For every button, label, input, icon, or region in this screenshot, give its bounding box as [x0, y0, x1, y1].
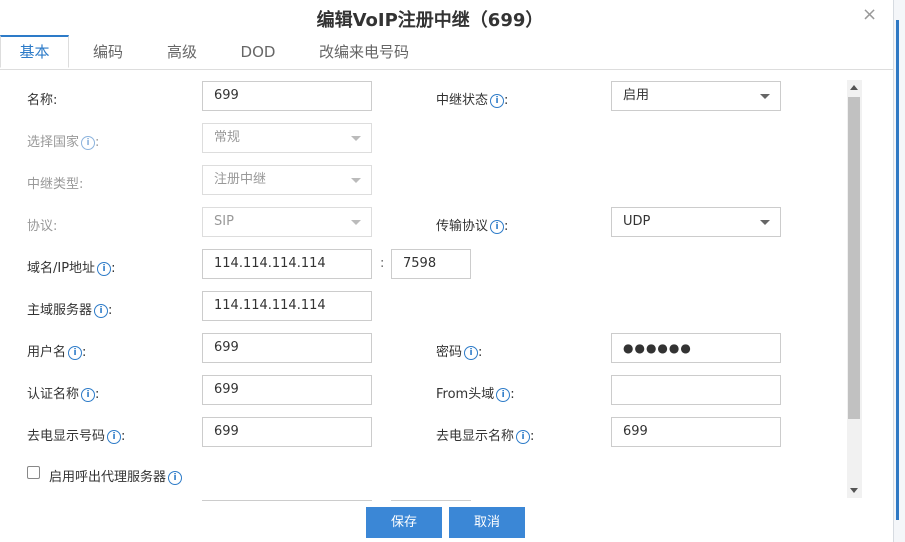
username-label: 用户名 i:: [27, 345, 87, 360]
from-domain-label: From头域 i:: [436, 387, 515, 402]
save-button[interactable]: 保存: [366, 507, 442, 538]
domain-input[interactable]: 114.114.114.114: [202, 249, 372, 279]
auth-name-label: 认证名称 i:: [27, 387, 100, 402]
info-icon[interactable]: i: [464, 346, 479, 360]
chevron-down-icon: [760, 94, 770, 99]
info-icon[interactable]: i: [68, 346, 83, 360]
country-label: 选择国家 i:: [27, 135, 100, 150]
form-scrollbar[interactable]: [847, 80, 862, 498]
info-icon[interactable]: i: [81, 388, 96, 402]
chevron-down-icon: [760, 220, 770, 225]
tab-codec[interactable]: 编码: [78, 35, 138, 69]
outbound-proxy-label: 启用呼出代理服务器 i: [49, 466, 183, 485]
info-icon[interactable]: i: [516, 430, 531, 444]
password-label: 密码 i:: [436, 345, 483, 360]
trunk-type-label: 中继类型:: [27, 177, 84, 192]
trunk-type-select: 注册中继: [202, 165, 372, 195]
callerid-name-label: 去电显示名称 i:: [436, 429, 535, 444]
country-select: 常规: [202, 123, 372, 153]
background-accent-line: [896, 20, 899, 520]
country-value: 常规: [214, 130, 241, 145]
info-icon[interactable]: i: [81, 136, 96, 150]
name-input[interactable]: 699: [202, 81, 372, 111]
tab-caller-id-rewrite[interactable]: 改编来电号码: [310, 35, 418, 69]
tab-bar: 基本 编码 高级 DOD 改编来电号码: [0, 35, 893, 70]
protocol-label: 协议:: [27, 219, 58, 234]
password-input[interactable]: ●●●●●●: [611, 333, 781, 363]
info-icon[interactable]: i: [107, 430, 122, 444]
callerid-number-label: 去电显示号码 i:: [27, 429, 126, 444]
callerid-name-input[interactable]: 699: [611, 417, 781, 447]
trunk-status-select[interactable]: 启用: [611, 81, 781, 111]
partial-input: [391, 500, 471, 503]
port-separator: :: [380, 256, 385, 271]
info-icon[interactable]: i: [94, 304, 109, 318]
trunk-status-value: 启用: [623, 88, 650, 103]
dialog-title: 编辑VoIP注册中继（699）: [316, 10, 544, 31]
name-label: 名称:: [27, 93, 58, 108]
primary-server-input[interactable]: 114.114.114.114: [202, 291, 372, 321]
cancel-button[interactable]: 取消: [449, 507, 525, 538]
port-input[interactable]: 7598: [391, 249, 471, 279]
info-icon[interactable]: i: [490, 94, 505, 108]
from-domain-input[interactable]: [611, 375, 781, 405]
chevron-down-icon: [351, 178, 361, 183]
transport-select[interactable]: UDP: [611, 207, 781, 237]
info-icon[interactable]: i: [496, 388, 511, 402]
tab-dod[interactable]: DOD: [228, 35, 288, 69]
tab-basic[interactable]: 基本: [0, 35, 69, 68]
protocol-value: SIP: [214, 214, 234, 229]
scroll-up-icon[interactable]: [850, 85, 858, 90]
edit-trunk-dialog: 编辑VoIP注册中继（699） × 基本 编码 高级 DOD 改编来电号码 名称…: [0, 0, 893, 542]
close-icon[interactable]: ×: [862, 4, 877, 25]
trunk-status-label: 中继状态 i:: [436, 93, 509, 108]
trunk-type-value: 注册中继: [214, 172, 267, 187]
partial-input: [202, 500, 372, 503]
transport-value: UDP: [623, 214, 651, 229]
transport-label: 传输协议 i:: [436, 219, 509, 234]
background-page-edge: [893, 0, 905, 542]
info-icon[interactable]: i: [97, 262, 112, 276]
username-input[interactable]: 699: [202, 333, 372, 363]
tab-advanced[interactable]: 高级: [152, 35, 212, 69]
scroll-thumb[interactable]: [848, 97, 860, 419]
auth-name-input[interactable]: 699: [202, 375, 372, 405]
outbound-proxy-checkbox[interactable]: [27, 466, 40, 479]
chevron-down-icon: [351, 220, 361, 225]
domain-label: 域名/IP地址 i:: [27, 261, 116, 276]
callerid-number-input[interactable]: 699: [202, 417, 372, 447]
protocol-select: SIP: [202, 207, 372, 237]
chevron-down-icon: [351, 136, 361, 141]
scroll-down-icon[interactable]: [850, 488, 858, 493]
info-icon[interactable]: i: [490, 220, 505, 234]
info-icon[interactable]: i: [168, 471, 183, 485]
primary-server-label: 主域服务器 i:: [27, 303, 113, 318]
